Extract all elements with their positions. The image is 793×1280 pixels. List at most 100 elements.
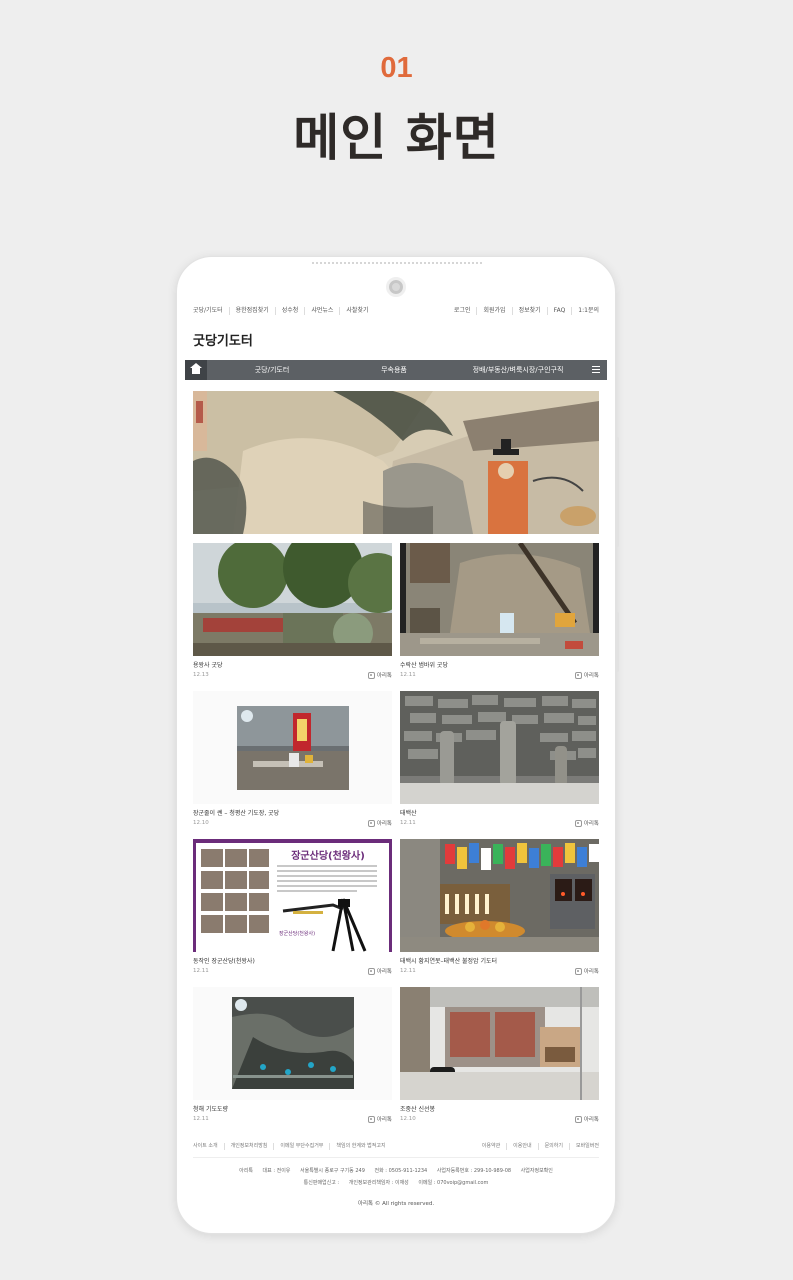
post-thumbnail[interactable]: [193, 691, 392, 804]
copyright: 아리톡 © All rights reserved.: [357, 1201, 435, 1207]
post-date: 12.11: [400, 820, 416, 826]
footer-divider: [193, 1157, 599, 1158]
company-email: 이메일 : 070voip@gmail.com: [418, 1180, 489, 1186]
util-link-jeomjip[interactable]: 용한점집찾기: [230, 307, 276, 315]
flyer-title: 장군산당(천왕사): [291, 849, 365, 862]
post-author-name: 아리톡: [376, 1117, 392, 1123]
post-author-name: 아리톡: [583, 821, 599, 827]
page-title: 메인 화면: [293, 109, 500, 167]
post-card[interactable]: 장군줄이 쎈 – 청평산 기도장, 굿당 12.10 아리톡: [193, 691, 392, 831]
footer-link-contact[interactable]: 문의하기: [539, 1143, 570, 1150]
post-author-name: 아리톡: [583, 673, 599, 679]
util-link-temple[interactable]: 사찰찾기: [340, 307, 368, 315]
hamburger-menu-icon[interactable]: [592, 366, 600, 373]
footer-link-mobile[interactable]: 모바일버전: [570, 1143, 599, 1150]
camera-icon: [386, 277, 406, 297]
faq-link[interactable]: FAQ: [548, 307, 573, 315]
company-info-line1: 아리톡 대표 : 전이유 서울특별시 종로구 구기동 249 전화 : 0505…: [185, 1167, 607, 1174]
site-logo-title[interactable]: 굿당기도터: [193, 330, 253, 349]
post-author-name: 아리톡: [583, 969, 599, 975]
post-author: 아리톡: [574, 1115, 599, 1123]
post-thumbnail[interactable]: [400, 987, 599, 1100]
post-author: 아리톡: [574, 819, 599, 827]
user-icon: [574, 967, 582, 975]
user-icon: [367, 1115, 375, 1123]
post-title[interactable]: 태백시 황지연못–태백산 불정암 기도터: [400, 956, 497, 965]
post-card[interactable]: 조중산 신선봉 12.10 아리톡: [400, 987, 599, 1127]
home-icon: [190, 363, 202, 374]
util-link-gutdang[interactable]: 굿당/기도터: [193, 307, 230, 315]
phone-side-button: [615, 437, 619, 547]
post-author-name: 아리톡: [376, 673, 392, 679]
post-author: 아리톡: [367, 671, 392, 679]
post-title[interactable]: 장군줄이 쎈 – 청평산 기도장, 굿당: [193, 808, 279, 817]
post-author-name: 아리톡: [583, 1117, 599, 1123]
post-title[interactable]: 태백산: [400, 808, 417, 817]
login-link[interactable]: 로그인: [454, 307, 478, 315]
signup-link[interactable]: 회원가입: [477, 307, 513, 315]
post-author-name: 아리톡: [376, 821, 392, 827]
company-address: 서울특별시 종로구 구기동 249: [300, 1168, 365, 1174]
company-name: 아리톡: [239, 1168, 253, 1174]
inquiry-link[interactable]: 1:1문의: [572, 307, 599, 315]
company-biz-number: 사업자등록번호 : 299-10-989-08: [436, 1168, 512, 1174]
post-date: 12.13: [193, 672, 209, 678]
home-button[interactable]: [185, 360, 207, 380]
phone-side-button: [615, 612, 619, 672]
post-thumbnail[interactable]: 장군산당(천왕사) 장군산당(천왕사): [193, 839, 392, 952]
util-link-shaman-news[interactable]: 샤먼뉴스: [305, 307, 341, 315]
post-card[interactable]: 태백시 황지연못–태백산 불정암 기도터 12.11 아리톡: [400, 839, 599, 979]
util-link-seongsucheong[interactable]: 성수청: [276, 307, 306, 315]
post-date: 12.11: [193, 1116, 209, 1122]
nav-item-market[interactable]: 정배/부동산/벼룩시장/구인구직: [463, 365, 573, 375]
footer-link-terms[interactable]: 이용약관: [482, 1143, 508, 1150]
post-date: 12.11: [400, 968, 416, 974]
post-thumbnail[interactable]: [400, 543, 599, 656]
post-title[interactable]: 용왕사 굿당: [193, 660, 223, 669]
phone-mockup: 굿당/기도터 용한점집찾기 성수청 샤먼뉴스 사찰찾기 로그인 회원가입 정보찾…: [176, 256, 619, 1234]
post-date: 12.10: [400, 1116, 416, 1122]
user-icon: [367, 671, 375, 679]
post-author: 아리톡: [574, 967, 599, 975]
post-title[interactable]: 청해 기도도량: [193, 1104, 228, 1113]
footer-link-privacy[interactable]: 개인정보처리방침: [225, 1143, 275, 1150]
post-title[interactable]: 동작인 장군산당(천왕사): [193, 956, 255, 965]
post-thumbnail[interactable]: [400, 839, 599, 952]
nav-item-supplies[interactable]: 무속용품: [369, 365, 419, 375]
main-nav: 굿당/기도터 무속용품 정배/부동산/벼룩시장/구인구직: [185, 360, 607, 380]
footer-link-disclaimer[interactable]: 책임의 한계와 법적고지: [330, 1143, 385, 1150]
footer-links: 사이트 소개 개인정보처리방침 이메일 무단수집거부 책임의 한계와 법적고지 …: [193, 1143, 599, 1153]
post-card[interactable]: 장군산당(천왕사) 장군산당(천왕사) 동작인 장군산당(천왕사) 12.11 …: [193, 839, 392, 979]
biz-info-check-link[interactable]: 사업자정보확인: [521, 1168, 553, 1174]
phone-speaker: [312, 262, 482, 264]
footer-link-guide[interactable]: 이용안내: [507, 1143, 539, 1150]
company-ceo: 대표 : 전이유: [262, 1168, 291, 1174]
step-number: 01: [380, 52, 413, 84]
post-thumbnail[interactable]: [193, 543, 392, 656]
nav-item-gutdang[interactable]: 굿당/기도터: [247, 365, 297, 375]
post-card[interactable]: 청해 기도도량 12.11 아리톡: [193, 987, 392, 1127]
post-date: 12.11: [400, 672, 416, 678]
footer-link-about[interactable]: 사이트 소개: [193, 1143, 225, 1150]
post-date: 12.10: [193, 820, 209, 826]
mobile-screen: 굿당/기도터 용한점집찾기 성수청 샤먼뉴스 사찰찾기 로그인 회원가입 정보찾…: [185, 301, 607, 1221]
post-author: 아리톡: [574, 671, 599, 679]
post-thumbnail[interactable]: [193, 987, 392, 1100]
user-icon: [367, 967, 375, 975]
footer-link-no-email[interactable]: 이메일 무단수집거부: [274, 1143, 331, 1150]
post-author-name: 아리톡: [376, 969, 392, 975]
post-card[interactable]: 태백산 12.11 아리톡: [400, 691, 599, 831]
company-phone: 전화 : 0505-911-1234: [374, 1168, 428, 1174]
ecommerce-registration: 통신판매업신고 :: [303, 1180, 340, 1186]
post-card[interactable]: 용왕사 굿당 12.13 아리톡: [193, 543, 392, 683]
find-account-link[interactable]: 정보찾기: [513, 307, 548, 315]
flyer-caption: 장군산당(천왕사): [279, 930, 315, 937]
post-title[interactable]: 조중산 신선봉: [400, 1104, 435, 1113]
company-info-line2: 통신판매업신고 : 개인정보관리책임자 : 이재성 이메일 : 070voip@…: [185, 1179, 607, 1186]
hero-banner-image[interactable]: [193, 391, 599, 534]
post-title[interactable]: 수락산 범바위 굿당: [400, 660, 448, 669]
post-thumbnail[interactable]: [400, 691, 599, 804]
utility-nav: 굿당/기도터 용한점집찾기 성수청 샤먼뉴스 사찰찾기 로그인 회원가입 정보찾…: [193, 307, 599, 319]
post-date: 12.11: [193, 968, 209, 974]
post-card[interactable]: 수락산 범바위 굿당 12.11 아리톡: [400, 543, 599, 683]
